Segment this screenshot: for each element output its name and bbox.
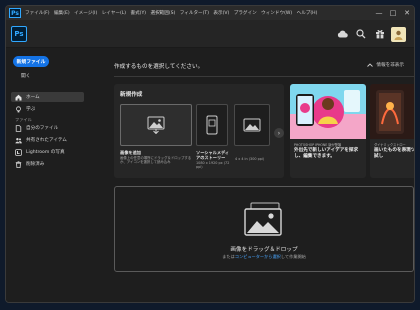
chevron-up-icon — [367, 63, 374, 67]
sidebar-item-my-files[interactable]: 自分のファイル — [11, 123, 84, 133]
page-title: 作成するものを選択してください。 — [114, 64, 204, 70]
app-toolbar: Ps — [6, 20, 414, 48]
drop-subtitle: またはコンピューターから選択して作業開始 — [115, 254, 413, 260]
hide-info-label: 情報を非表示 — [376, 63, 404, 68]
sidebar-item-label: 共有されたアイテム — [26, 138, 67, 143]
sidebar-item-home[interactable]: ホーム — [11, 92, 84, 102]
sidebar-item-label: ホーム — [26, 95, 40, 100]
menu-view[interactable]: 表示(V) — [213, 10, 229, 16]
search-icon[interactable] — [353, 26, 369, 42]
menu-select[interactable]: 選択範囲(S) — [150, 10, 175, 16]
promo-tag: ダイナミックストロー — [374, 143, 406, 147]
phone-icon — [206, 115, 218, 135]
sidebar-item-shared[interactable]: 共有されたアイテム — [11, 135, 84, 145]
window-controls: — □ ✕ — [372, 6, 414, 20]
image-stack-icon — [244, 202, 282, 236]
image-add-icon — [147, 116, 165, 134]
lightbulb-icon — [13, 104, 23, 114]
menu-type[interactable]: 書式(Y) — [130, 10, 146, 16]
promo-card-iphone[interactable]: PHOTOSHOP IPHONE 版が登場 外出先で新しいアイデアを探求し、編集… — [290, 84, 366, 178]
cloud-icon[interactable] — [334, 26, 350, 42]
menu-file[interactable]: ファイル(F) — [25, 10, 50, 16]
social-story-card[interactable] — [196, 104, 228, 146]
sidebar-item-label: 自分のファイル — [26, 126, 59, 131]
avatar[interactable] — [391, 26, 406, 42]
ps-logo: Ps — [11, 26, 27, 42]
new-file-button[interactable]: 新規ファイル — [13, 56, 49, 67]
people-icon — [13, 135, 23, 145]
promo-image-iphone — [290, 84, 366, 139]
open-button[interactable]: 開く — [21, 72, 31, 79]
home-icon — [13, 92, 23, 102]
app-logo-small: Ps — [9, 8, 21, 18]
menu-edit[interactable]: 編集(E) — [54, 10, 70, 16]
hide-info-button[interactable]: 情報を非表示 — [367, 62, 404, 68]
menu-layer[interactable]: レイヤー(L) — [102, 10, 126, 16]
menu-help[interactable]: ヘルプ(H) — [297, 10, 318, 16]
sidebar-item-label: 削除済み — [26, 162, 45, 167]
web-card[interactable] — [234, 104, 270, 146]
menu-bar: ファイル(F) 編集(E) イメージ(I) レイヤー(L) 書式(Y) 選択範囲… — [25, 10, 322, 16]
title-bar: Ps ファイル(F) 編集(E) イメージ(I) レイヤー(L) 書式(Y) 選… — [6, 6, 414, 20]
trash-icon — [13, 159, 23, 169]
promo-image-dynamic — [370, 84, 414, 139]
lightroom-icon — [13, 147, 23, 157]
sidebar: 新規ファイル 開く ホーム 学ぶ ファイル 自分のファイル 共有されたアイテム … — [6, 48, 86, 302]
menu-image[interactable]: イメージ(I) — [74, 10, 97, 16]
photoshop-window: Ps ファイル(F) 編集(E) イメージ(I) レイヤー(L) 書式(Y) 選… — [5, 5, 415, 303]
next-arrow-button[interactable]: › — [274, 128, 284, 138]
divider — [114, 76, 414, 77]
gift-icon[interactable] — [372, 26, 388, 42]
menu-window[interactable]: ウィンドウ(W) — [261, 10, 292, 16]
sidebar-item-label: Lightroom の写真 — [26, 150, 65, 155]
drop-sub-suffix: して作業開始 — [280, 254, 306, 259]
file-icon — [13, 123, 23, 133]
drop-title: 画像をドラッグ＆ドロップ — [230, 247, 298, 253]
promo-headline: 外出先で新しいアイデアを探求し、編集できます。 — [294, 148, 359, 159]
promo-headline: 画いたものを表現ツールをお試し — [374, 148, 415, 159]
image-icon — [243, 118, 261, 132]
menu-plugins[interactable]: プラグイン — [234, 10, 257, 16]
add-image-sub: 画像上の任意の場所にドラッグ＆ドロップするか、アイコンを選択して読み込み — [120, 156, 192, 165]
close-button[interactable]: ✕ — [400, 6, 414, 20]
drop-sub-prefix: または — [222, 254, 235, 259]
web-card-sub: 4 x 4 in (300 ppi) — [235, 157, 265, 161]
drop-zone[interactable]: 画像をドラッグ＆ドロップ またはコンピューターから選択して作業開始 — [114, 186, 414, 272]
maximize-button[interactable]: □ — [386, 6, 400, 20]
social-story-title: ソーシャルメディアのストーリー — [196, 150, 230, 160]
promo-card-dynamic[interactable]: ダイナミックストロー 画いたものを表現ツールをお試し — [370, 84, 415, 178]
new-create-title: 新規作成 — [120, 92, 143, 98]
sidebar-item-label: 学ぶ — [26, 107, 36, 112]
promo-tag: PHOTOSHOP IPHONE 版が登場 — [294, 143, 342, 147]
select-from-computer-link[interactable]: コンピューターから選択 — [235, 254, 281, 259]
add-image-card[interactable] — [120, 104, 192, 146]
menu-filter[interactable]: フィルター(T) — [180, 10, 209, 16]
new-create-panel: 新規作成 画像を追加 画像上の任意の場所にドラッグ＆ドロップするか、アイコンを選… — [114, 84, 284, 178]
sidebar-item-lightroom[interactable]: Lightroom の写真 — [11, 147, 84, 157]
toolbar-icons — [331, 26, 406, 42]
sidebar-item-deleted[interactable]: 削除済み — [11, 159, 84, 169]
sidebar-item-learn[interactable]: 学ぶ — [11, 104, 84, 114]
minimize-button[interactable]: — — [372, 6, 386, 20]
social-story-sub: 1080 x 1920 px (72 ppi) — [196, 161, 230, 170]
main-content: 作成するものを選択してください。 情報を非表示 新規作成 画像を追加 画像上の任… — [86, 48, 415, 302]
